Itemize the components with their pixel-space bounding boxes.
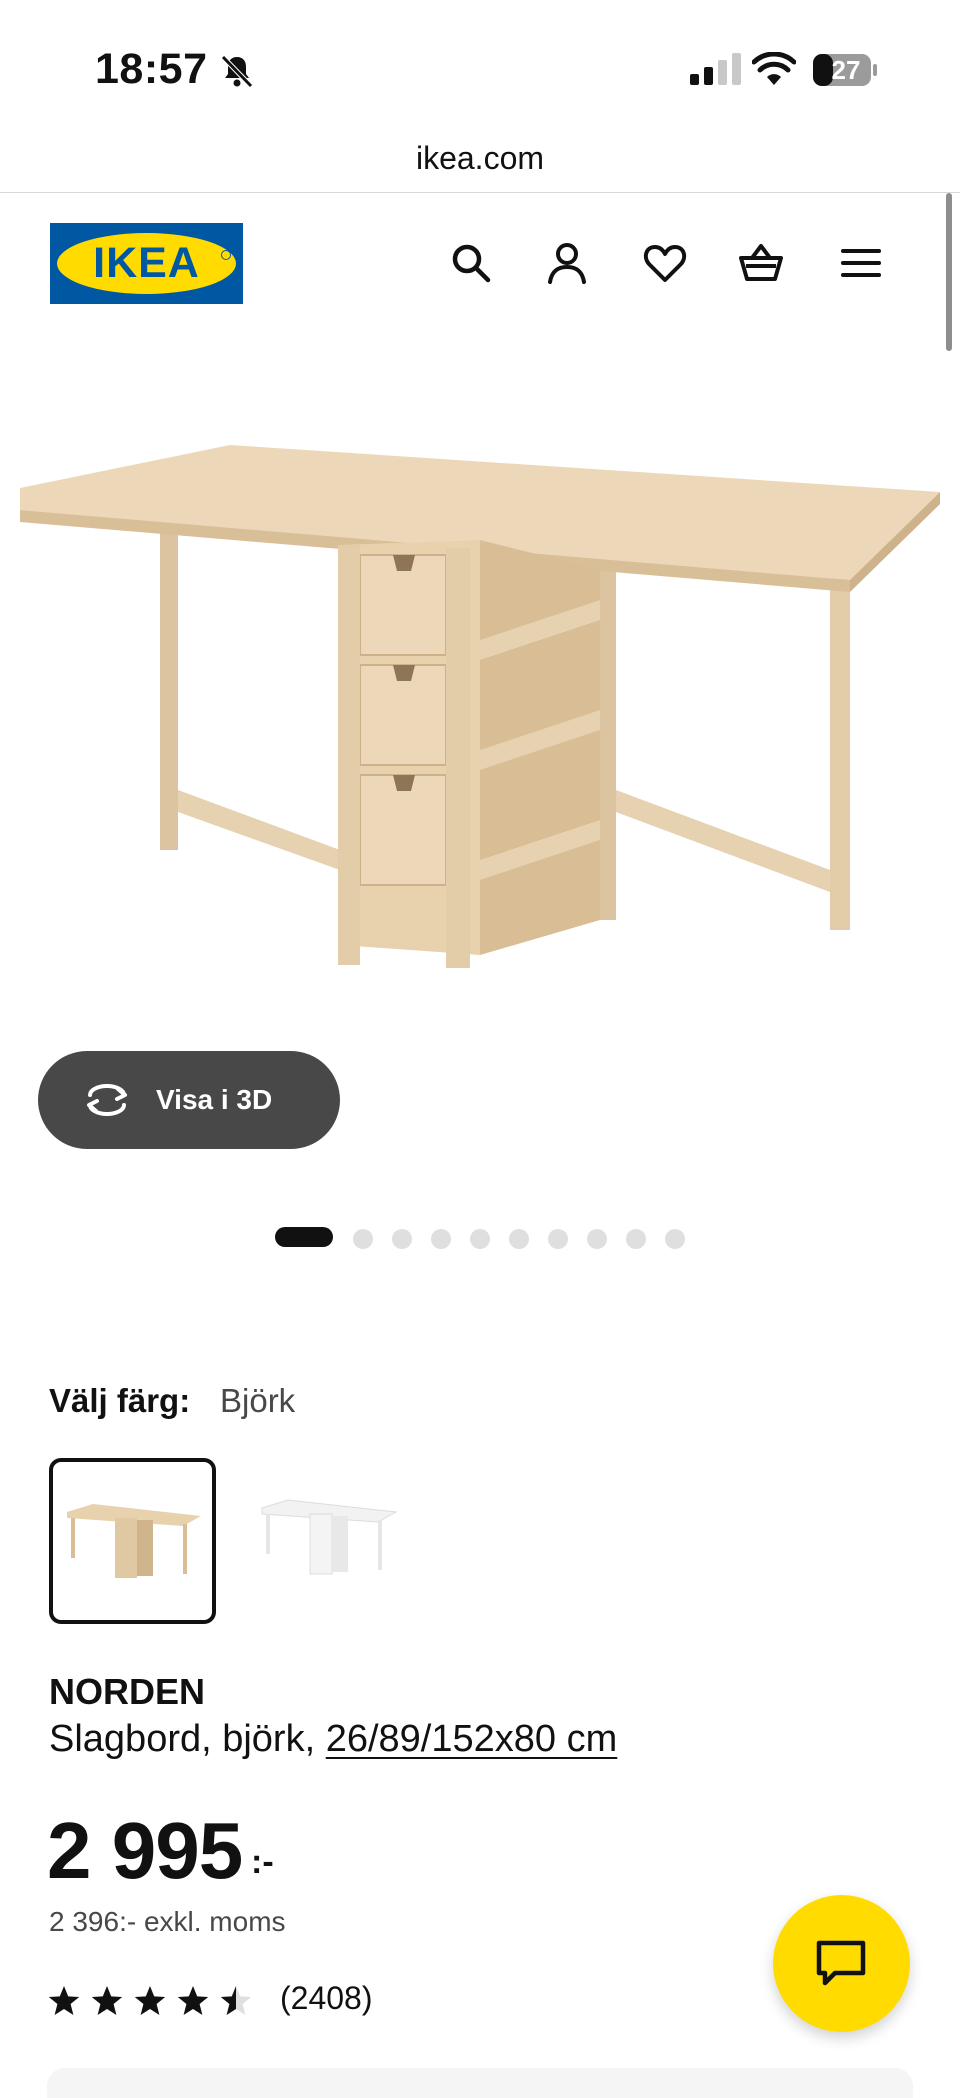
account-icon[interactable] [544,240,590,286]
color-label: Välj färg: [49,1382,191,1419]
search-icon[interactable] [448,240,494,286]
swatch-white[interactable] [252,1458,419,1624]
heart-icon[interactable] [642,240,688,286]
scrollbar[interactable] [946,193,952,351]
price-excl-vat: 2 396:- exkl. moms [49,1906,286,1937]
star-icon [134,1986,166,2015]
carousel-dot[interactable] [665,1229,685,1249]
bell-slash-icon [221,55,253,88]
carousel-dot[interactable] [626,1229,646,1249]
star-icon [91,1986,123,2015]
status-time: 18:57 [95,45,208,93]
birch-table-thumbnail [67,1504,201,1578]
carousel-dot-active[interactable] [275,1227,333,1247]
wifi-icon [752,52,796,85]
carousel-dot[interactable] [509,1229,529,1249]
menu-icon[interactable] [838,240,884,286]
chat-button[interactable] [773,1895,910,2032]
carousel-dot[interactable] [548,1229,568,1249]
carousel-dot[interactable] [587,1229,607,1249]
chat-icon [816,1940,866,1986]
price: 2 995 [47,1806,243,1895]
rotate-3d-icon [87,1084,127,1116]
product-type: Slagbord, björk, [49,1718,326,1760]
basket-icon[interactable] [738,240,784,286]
registered-mark [221,250,231,260]
view-3d-button[interactable]: Visa i 3D [38,1051,340,1149]
carousel-indicator[interactable] [275,1226,695,1249]
selected-color: Björk [220,1382,296,1419]
product-name: NORDEN [49,1671,206,1712]
swatch-birch[interactable] [49,1458,216,1624]
product-dimensions-link[interactable]: 26/89/152x80 cm [326,1718,618,1760]
white-table-thumbnail [261,1499,398,1575]
carousel-dot[interactable] [431,1229,451,1249]
carousel-dot[interactable] [353,1229,373,1249]
logo-text: IKEA [93,239,200,287]
product-image[interactable] [0,420,960,1060]
url-bar[interactable]: ikea.com [0,140,960,177]
carousel-dot[interactable] [392,1229,412,1249]
rating-stars[interactable] [48,1983,254,2019]
next-section-card [47,2068,913,2098]
ikea-logo[interactable]: IKEA [50,223,243,304]
price-suffix: :- [251,1843,274,1881]
battery-level: 27 [831,55,861,85]
review-count[interactable]: (2408) [280,1980,373,2017]
product-description: Slagbord, björk, 26/89/152x80 cm [49,1718,617,1761]
view-3d-label: Visa i 3D [156,1084,273,1115]
star-icon [177,1986,209,2015]
gateleg-table-illustration [20,445,940,968]
star-icon [48,1986,80,2015]
url-divider [0,192,960,193]
signal-icon [690,53,741,85]
carousel-dot[interactable] [470,1229,490,1249]
